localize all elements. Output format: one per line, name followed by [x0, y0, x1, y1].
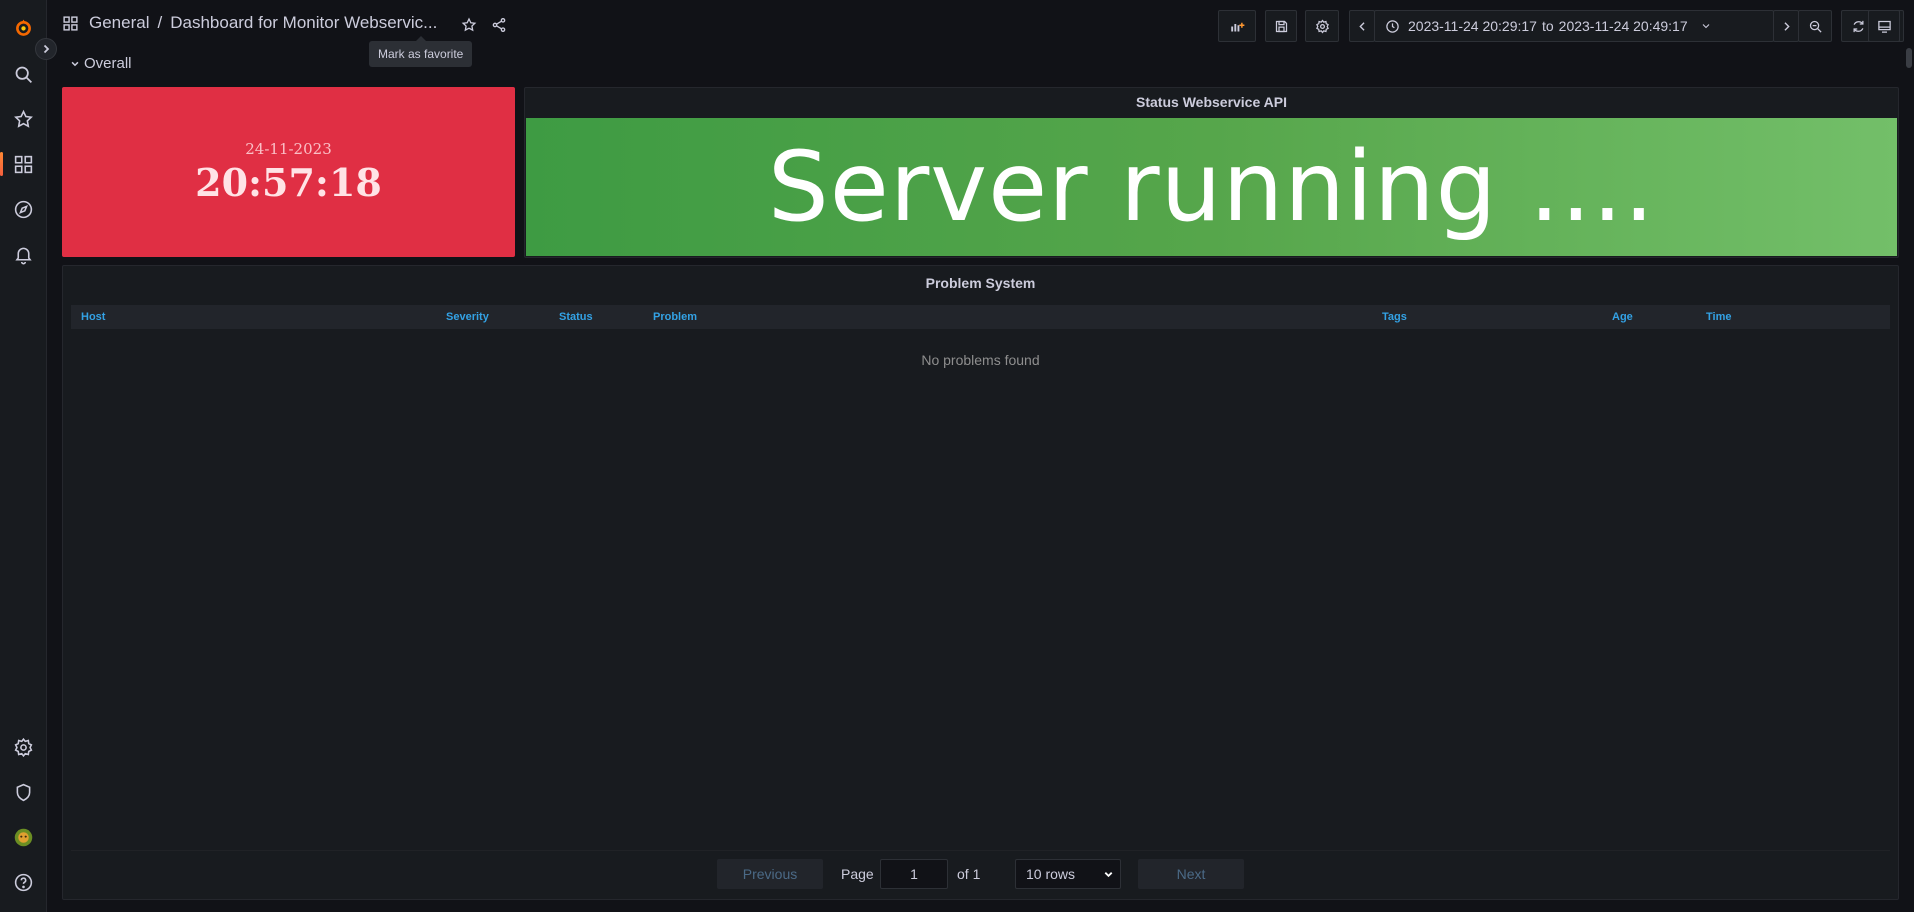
breadcrumb-folder[interactable]: General [89, 13, 149, 33]
next-page-button[interactable]: Next [1138, 859, 1244, 889]
divider [71, 850, 1890, 851]
time-range-picker[interactable]: 2023-11-24 20:29:17 to 2023-11-24 20:49:… [1374, 10, 1774, 42]
panel-title[interactable]: Problem System [63, 275, 1898, 291]
column-header-problem[interactable]: Problem [653, 305, 697, 329]
column-header-host[interactable]: Host [81, 305, 105, 329]
zoom-out-icon [1809, 20, 1822, 33]
row-title: Overall [84, 55, 132, 72]
sidebar [0, 0, 47, 912]
add-panel-icon [1230, 22, 1244, 31]
time-shift-forward-button[interactable] [1773, 10, 1799, 42]
status-webservice-panel: Status Webservice API Server running ...… [524, 87, 1899, 258]
column-header-status[interactable]: Status [559, 305, 593, 329]
save-icon [1275, 20, 1287, 32]
shield-icon[interactable] [8, 777, 38, 807]
status-value-box: Server running .... [526, 118, 1897, 256]
dashboard-title[interactable]: Dashboard for Monitor Webservic... [170, 13, 437, 33]
dashboards-icon [63, 15, 78, 31]
clock-icon [1386, 19, 1399, 33]
mark-favorite-button[interactable] [457, 13, 481, 37]
zoom-out-button[interactable] [1798, 10, 1832, 42]
column-header-tags[interactable]: Tags [1382, 305, 1407, 329]
tv-mode-button[interactable] [1868, 10, 1900, 42]
page-number-input[interactable]: 1 [880, 859, 948, 889]
clock-date: 24-11-2023 [245, 139, 332, 158]
status-text: Server running .... [767, 131, 1656, 243]
time-range-to-label: to [1541, 18, 1554, 34]
rows-per-page-value: 10 rows [1026, 866, 1076, 882]
alerting-icon[interactable] [8, 239, 38, 269]
refresh-icon [1853, 20, 1863, 32]
breadcrumb: General / Dashboard for Monitor Webservi… [62, 13, 437, 33]
favorite-tooltip: Mark as favorite [369, 36, 473, 67]
chevron-right-icon [1783, 21, 1790, 31]
star-icon[interactable] [8, 104, 38, 134]
panel-title[interactable]: Status Webservice API [525, 94, 1898, 110]
column-header-age[interactable]: Age [1612, 305, 1633, 329]
add-panel-button[interactable] [1218, 10, 1256, 42]
sidebar-active-indicator [0, 152, 3, 176]
page-label: Page [841, 866, 874, 882]
share-button[interactable] [487, 13, 511, 37]
empty-message: No problems found [921, 352, 1040, 368]
chevron-down-icon [71, 61, 79, 66]
dashboard-settings-button[interactable] [1305, 10, 1339, 42]
settings-icon[interactable] [8, 732, 38, 762]
page-scrollbar[interactable] [1906, 48, 1912, 68]
share-icon [492, 18, 506, 32]
gear-icon [1315, 19, 1329, 33]
time-range-to: 2023-11-24 20:49:17 [1558, 18, 1688, 34]
pagination: Previous Page 1 of 1 10 rows Next [63, 859, 1898, 889]
rows-per-page-select[interactable]: 10 rows [1015, 859, 1121, 889]
dashboards-icon[interactable] [8, 149, 38, 179]
chevron-left-icon [1358, 21, 1365, 31]
search-icon[interactable] [8, 59, 38, 89]
star-icon [461, 17, 477, 32]
chevron-down-icon [1104, 872, 1113, 878]
user-avatar-icon[interactable] [8, 822, 38, 852]
clock-panel: 24-11-2023 20:57:18 [62, 87, 515, 257]
page-count-label: of 1 [957, 866, 981, 882]
tv-mode-icon [1877, 20, 1891, 33]
column-header-time[interactable]: Time [1706, 305, 1731, 329]
column-header-severity[interactable]: Severity [446, 305, 489, 329]
previous-page-button[interactable]: Previous [717, 859, 823, 889]
problems-table-header: Host Severity Status Problem Tags Age Ti… [71, 305, 1890, 329]
row-toggle-overall[interactable]: Overall [70, 55, 132, 72]
clock-time: 20:57:18 [195, 159, 382, 205]
grafana-logo-icon[interactable] [8, 12, 38, 42]
save-dashboard-button[interactable] [1265, 10, 1297, 42]
chevron-down-icon [1702, 24, 1710, 29]
time-range-from: 2023-11-24 20:29:17 [1408, 18, 1537, 34]
explore-icon[interactable] [8, 194, 38, 224]
breadcrumb-separator: / [157, 13, 163, 32]
problem-system-panel: Problem System Host Severity Status Prob… [62, 265, 1899, 900]
top-navbar: General / Dashboard for Monitor Webservi… [47, 0, 1914, 50]
help-icon[interactable] [8, 867, 38, 897]
time-shift-back-button[interactable] [1349, 10, 1375, 42]
